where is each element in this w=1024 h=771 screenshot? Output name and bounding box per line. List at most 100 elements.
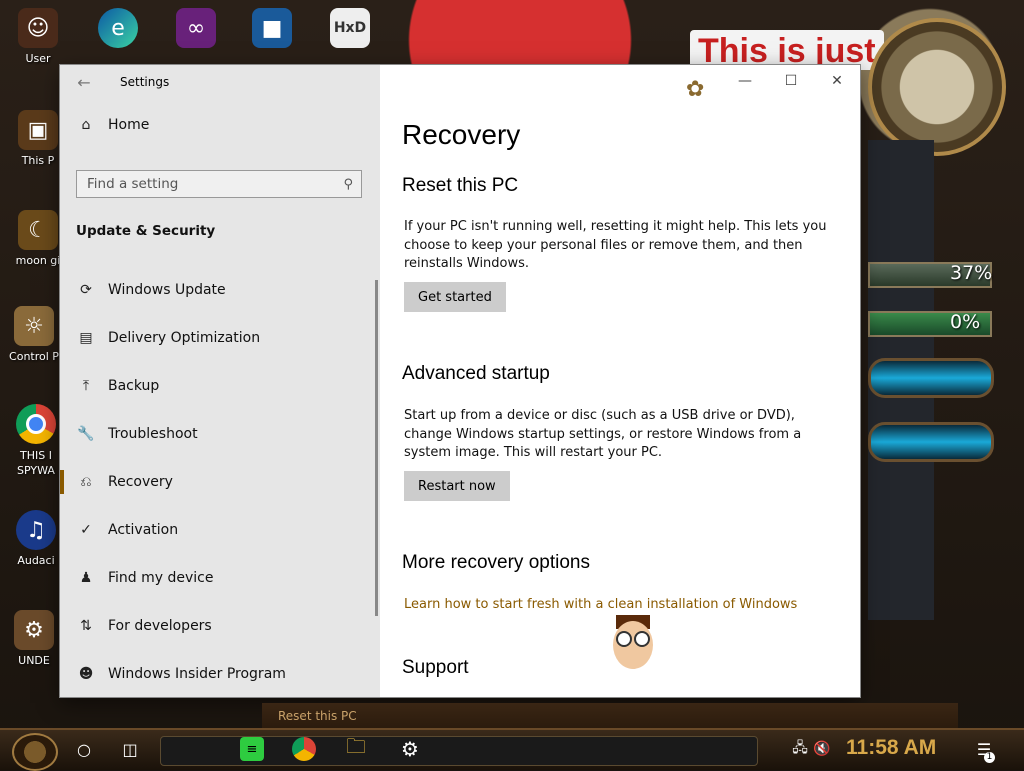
close-button[interactable]: ✕ [814, 65, 860, 97]
nav-item-for-developers[interactable]: ⇅ For developers [60, 602, 380, 650]
taskbar-tooltip-text: Reset this PC [278, 709, 357, 723]
audacity-icon: ♫ [16, 510, 56, 550]
moon-icon: ☾ [18, 210, 58, 250]
nav-scrollbar[interactable] [375, 280, 378, 616]
backup-arrow-icon: ⤒ [82, 378, 90, 394]
desktop-icon-visual-studio[interactable]: ∞ [170, 8, 222, 48]
desktop-icon-unde[interactable]: ⚙ UNDE [8, 610, 60, 667]
desktop-icon-control-panel[interactable]: ☼ Control P [8, 306, 60, 363]
desktop-icon-hxd[interactable]: HxD [324, 8, 376, 48]
nav-item-windows-insider[interactable]: ☻ Windows Insider Program [60, 650, 380, 697]
app-title: Settings [120, 75, 170, 89]
nav-item-label: Windows Update [108, 282, 226, 298]
nav-item-delivery-optimization[interactable]: ▤ Delivery Optimization [60, 314, 380, 362]
settings-window: ← Settings ⌂ Home ⚲ Update & Security ⟳ … [60, 65, 860, 697]
steampunk-clock-widget [868, 18, 1006, 156]
desktop-icon-chrome[interactable]: THIS I SPYWA [10, 404, 62, 478]
nav-item-label: Activation [108, 522, 179, 538]
memory-gauge-label: 0% [950, 311, 981, 333]
checkmark-circle-icon: ✓ [80, 522, 92, 538]
advanced-startup-heading: Advanced startup [402, 363, 550, 384]
desktop-icon-virtualbox[interactable]: ■ [246, 8, 298, 48]
taskbar-tooltip: Reset this PC [262, 703, 958, 731]
nav-home-label: Home [108, 117, 150, 133]
maximize-button[interactable]: ☐ [768, 65, 814, 97]
support-heading: Support [402, 657, 469, 678]
file-explorer-icon[interactable]: 🗀 [344, 734, 368, 761]
nav-item-label: Delivery Optimization [108, 330, 261, 346]
nav-item-recovery[interactable]: ⎌ Recovery [60, 458, 380, 506]
cortana-circle-icon[interactable]: ○ [72, 737, 96, 761]
spotify-icon[interactable]: ≡ [240, 737, 264, 761]
control-panel-icon: ☼ [14, 306, 54, 346]
visual-studio-icon: ∞ [176, 8, 216, 48]
developer-sliders-icon: ⇅ [80, 618, 92, 634]
cartoon-character [613, 615, 653, 697]
nav-item-label: For developers [108, 618, 212, 634]
notification-count: 1 [984, 752, 995, 763]
window-controls: — ☐ ✕ [722, 65, 860, 97]
clock-time[interactable]: 11:58 AM [846, 736, 936, 760]
settings-content: ✿ — ☐ ✕ Recovery Reset this PC If your P… [380, 65, 860, 697]
nav-item-label: Recovery [108, 474, 173, 490]
hxd-icon: HxD [330, 8, 370, 48]
nav-home[interactable]: ⌂ Home [60, 105, 380, 145]
nav-list: ⟳ Windows Update ▤ Delivery Optimization… [60, 266, 380, 697]
desktop-banner: This is just [690, 30, 884, 70]
desktop-icon-audacity[interactable]: ♫ Audaci [10, 510, 62, 567]
person-location-icon: ♟ [79, 570, 93, 586]
desktop-icon-this-pc[interactable]: ▣ This P [12, 110, 64, 167]
nav-item-label: Find my device [108, 570, 214, 586]
nav-item-label: Troubleshoot [108, 426, 198, 442]
advanced-startup-description: Start up from a device or disc (such as … [404, 408, 802, 460]
title-bar: ← Settings [60, 65, 380, 99]
desktop-icon-edge[interactable]: e [92, 8, 144, 48]
nav-item-troubleshoot[interactable]: 🔧 Troubleshoot [60, 410, 380, 458]
clean-install-link[interactable]: Learn how to start fresh with a clean in… [404, 597, 797, 612]
desktop-icon-moon[interactable]: ☾ moon gi [12, 210, 64, 267]
drive-tube-1 [868, 358, 994, 398]
nav-item-find-my-device[interactable]: ♟ Find my device [60, 554, 380, 602]
reset-heading: Reset this PC [402, 175, 519, 196]
wrench-icon: 🔧 [77, 426, 95, 442]
recovery-icon: ⎌ [80, 474, 92, 490]
chrome-icon [16, 404, 56, 444]
cpu-gauge-label: 37% [950, 262, 993, 284]
bug-icon: ✿ [686, 77, 705, 102]
this-pc-icon: ▣ [18, 110, 58, 150]
settings-gear-icon[interactable]: ⚙ [398, 737, 422, 761]
search-input[interactable] [87, 176, 317, 192]
search-box: ⚲ [76, 170, 362, 198]
delivery-optimization-icon: ▤ [79, 330, 93, 346]
insider-cat-icon: ☻ [78, 666, 94, 682]
nav-item-label: Windows Insider Program [108, 666, 286, 682]
back-arrow-icon: ← [77, 72, 91, 92]
drive-tube-2 [868, 422, 994, 462]
sync-icon: ⟳ [80, 282, 92, 298]
virtualbox-icon: ■ [252, 8, 292, 48]
volume-muted-icon[interactable]: 🔇 [810, 737, 834, 761]
chrome-icon[interactable] [292, 737, 316, 761]
start-button[interactable] [12, 733, 58, 771]
reset-description: If your PC isn't running well, resetting… [404, 219, 827, 271]
folder-icon: ⚙ [14, 610, 54, 650]
back-button[interactable]: ← [60, 65, 108, 99]
page-title: Recovery [402, 119, 521, 150]
nav-item-activation[interactable]: ✓ Activation [60, 506, 380, 554]
settings-nav-pane: ← Settings ⌂ Home ⚲ Update & Security ⟳ … [60, 65, 380, 697]
restart-now-button[interactable]: Restart now [404, 471, 510, 501]
desktop-icon-user[interactable]: ☺ User [12, 8, 64, 65]
user-folder-icon: ☺ [18, 8, 58, 48]
network-icon[interactable]: 🖧 [788, 737, 812, 761]
search-icon: ⚲ [343, 176, 353, 192]
home-icon: ⌂ [81, 117, 91, 133]
task-view-icon[interactable]: ◫ [118, 737, 142, 761]
nav-item-backup[interactable]: ⤒ Backup [60, 362, 380, 410]
minimize-button[interactable]: — [722, 65, 768, 97]
nav-item-windows-update[interactable]: ⟳ Windows Update [60, 266, 380, 314]
more-recovery-heading: More recovery options [402, 552, 590, 573]
edge-icon: e [98, 8, 138, 48]
nav-section-header: Update & Security [76, 223, 216, 239]
taskbar: ○ ◫ ≡ 🗀 ⚙ 🖧 🔇 11:58 AM ☰ 1 [0, 728, 1024, 771]
get-started-button[interactable]: Get started [404, 282, 506, 312]
